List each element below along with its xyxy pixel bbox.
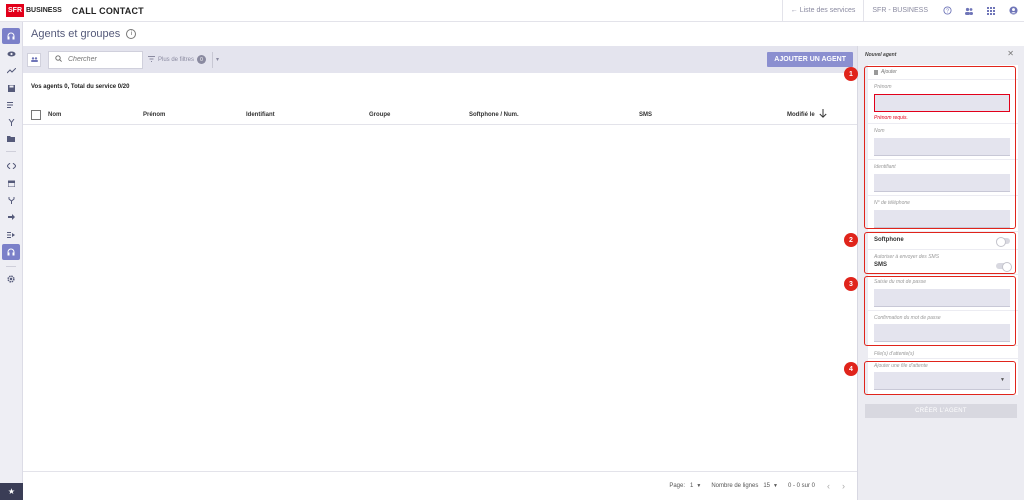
rows-per-page-label: Nombre de lignes — [711, 483, 759, 489]
annotation-box-1 — [864, 66, 1016, 229]
more-filters-label: Plus de filtres — [158, 56, 195, 63]
call-split-nav-icon[interactable] — [2, 114, 20, 130]
agents-table-header: Nom Prénom Identifiant Groupe Softphone … — [23, 105, 857, 125]
previous-page-icon[interactable]: ‹ — [827, 481, 830, 491]
more-filters-button[interactable]: Plus de filtres 0 — [148, 55, 207, 64]
help-icon[interactable]: ? — [936, 0, 958, 22]
filter-icon — [148, 55, 155, 64]
favorites-star-icon[interactable]: ★ — [0, 483, 23, 500]
fork-nav-icon[interactable] — [2, 192, 20, 208]
filters-count-badge: 0 — [197, 55, 207, 64]
apps-grid-icon[interactable] — [980, 0, 1002, 22]
column-header-groupe[interactable]: Groupe — [369, 112, 390, 118]
headset-nav-icon[interactable] — [2, 28, 20, 44]
queues-label: File(s) d'attente(s) — [874, 351, 915, 357]
add-agent-button[interactable]: AJOUTER UN AGENT — [767, 52, 853, 67]
annotation-badge-1: 1 — [844, 67, 858, 81]
rail-divider — [6, 266, 16, 267]
annotation-badge-3: 3 — [844, 277, 858, 291]
left-nav-rail: ★ — [0, 22, 23, 500]
page-label: Page: — [669, 483, 686, 489]
annotation-box-3 — [864, 276, 1016, 346]
info-icon[interactable]: i — [126, 29, 137, 39]
save-nav-icon[interactable] — [2, 80, 20, 96]
page-range-text: 0 - 0 sur 0 — [787, 483, 815, 489]
annotation-box-2 — [864, 232, 1016, 274]
account-icon[interactable] — [1002, 0, 1024, 22]
rail-divider — [6, 151, 16, 152]
folder-nav-icon[interactable] — [2, 131, 20, 147]
forward-nav-icon[interactable] — [2, 209, 20, 225]
trend-chart-nav-icon[interactable] — [2, 63, 20, 79]
sort-arrow-down-icon[interactable] — [819, 109, 827, 120]
svg-text:?: ? — [946, 9, 949, 15]
top-header: SFR BUSINESS CALL CONTACT ← Liste des se… — [0, 0, 1024, 22]
page-value: 1 — [690, 483, 694, 489]
panel-title: Nouvel agent — [865, 52, 897, 58]
account-name-link[interactable]: SFR - BUSINESS — [863, 0, 936, 22]
queue-nav-icon[interactable] — [2, 227, 20, 243]
page-select[interactable]: 1 ▼ — [690, 483, 701, 489]
page-heading: Agents et groupes i — [23, 22, 857, 46]
column-header-softphone[interactable]: Softphone / Num. — [469, 112, 519, 118]
select-all-checkbox[interactable] — [31, 109, 41, 120]
group-view-toggle-icon[interactable] — [27, 52, 41, 67]
search-box[interactable] — [48, 50, 143, 69]
agents-toolbar: Plus de filtres 0 ▾ AJOUTER UN AGENT — [23, 46, 857, 73]
logo-business-text: BUSINESS — [26, 7, 62, 14]
rows-per-page-value: 15 — [763, 483, 771, 489]
eye-nav-icon[interactable] — [2, 46, 20, 62]
code-arrows-nav-icon[interactable] — [2, 158, 20, 174]
table-pagination: Page: 1 ▼ Nombre de lignes 15 ▼ 0 - 0 su… — [23, 471, 857, 500]
column-header-nom[interactable]: Nom — [48, 112, 61, 118]
annotation-box-4 — [864, 361, 1016, 395]
annotation-badge-4: 4 — [844, 362, 858, 376]
close-icon[interactable]: ✕ — [1007, 49, 1014, 58]
settings-gear-nav-icon[interactable] — [2, 271, 20, 287]
agents-count-text: Vos agents 0, Total du service 0/20 — [31, 84, 130, 90]
sfr-business-logo[interactable]: SFR BUSINESS — [6, 4, 62, 17]
agents-headset-nav-icon[interactable] — [2, 244, 20, 260]
app-title: CALL CONTACT — [71, 5, 144, 16]
form-divider — [868, 358, 1018, 359]
page-title: Agents et groupes — [31, 28, 121, 40]
calendar-nav-icon[interactable] — [2, 175, 20, 191]
column-header-sms[interactable]: SMS — [639, 112, 652, 118]
column-header-identifiant[interactable]: Identifiant — [246, 112, 275, 118]
logo-sfr-mark: SFR — [6, 4, 24, 17]
rows-per-page-select[interactable]: 15 ▼ — [763, 483, 778, 489]
services-list-link[interactable]: ← Liste des services — [781, 0, 864, 22]
search-input[interactable] — [68, 56, 128, 63]
playlist-nav-icon[interactable] — [2, 97, 20, 113]
search-icon — [55, 55, 62, 64]
column-header-modified[interactable]: Modifié le — [787, 112, 815, 118]
form-divider — [868, 274, 1018, 275]
page-select-caret-icon: ▼ — [696, 483, 702, 489]
create-agent-button[interactable]: CRÉER L'AGENT — [865, 404, 1017, 418]
annotation-badge-2: 2 — [844, 233, 858, 247]
next-page-icon[interactable]: › — [842, 481, 845, 491]
users-icon[interactable] — [958, 0, 980, 22]
column-header-prenom[interactable]: Prénom — [143, 112, 165, 118]
chevron-down-icon[interactable]: ▾ — [212, 51, 222, 68]
rows-select-caret-icon: ▼ — [773, 483, 778, 489]
